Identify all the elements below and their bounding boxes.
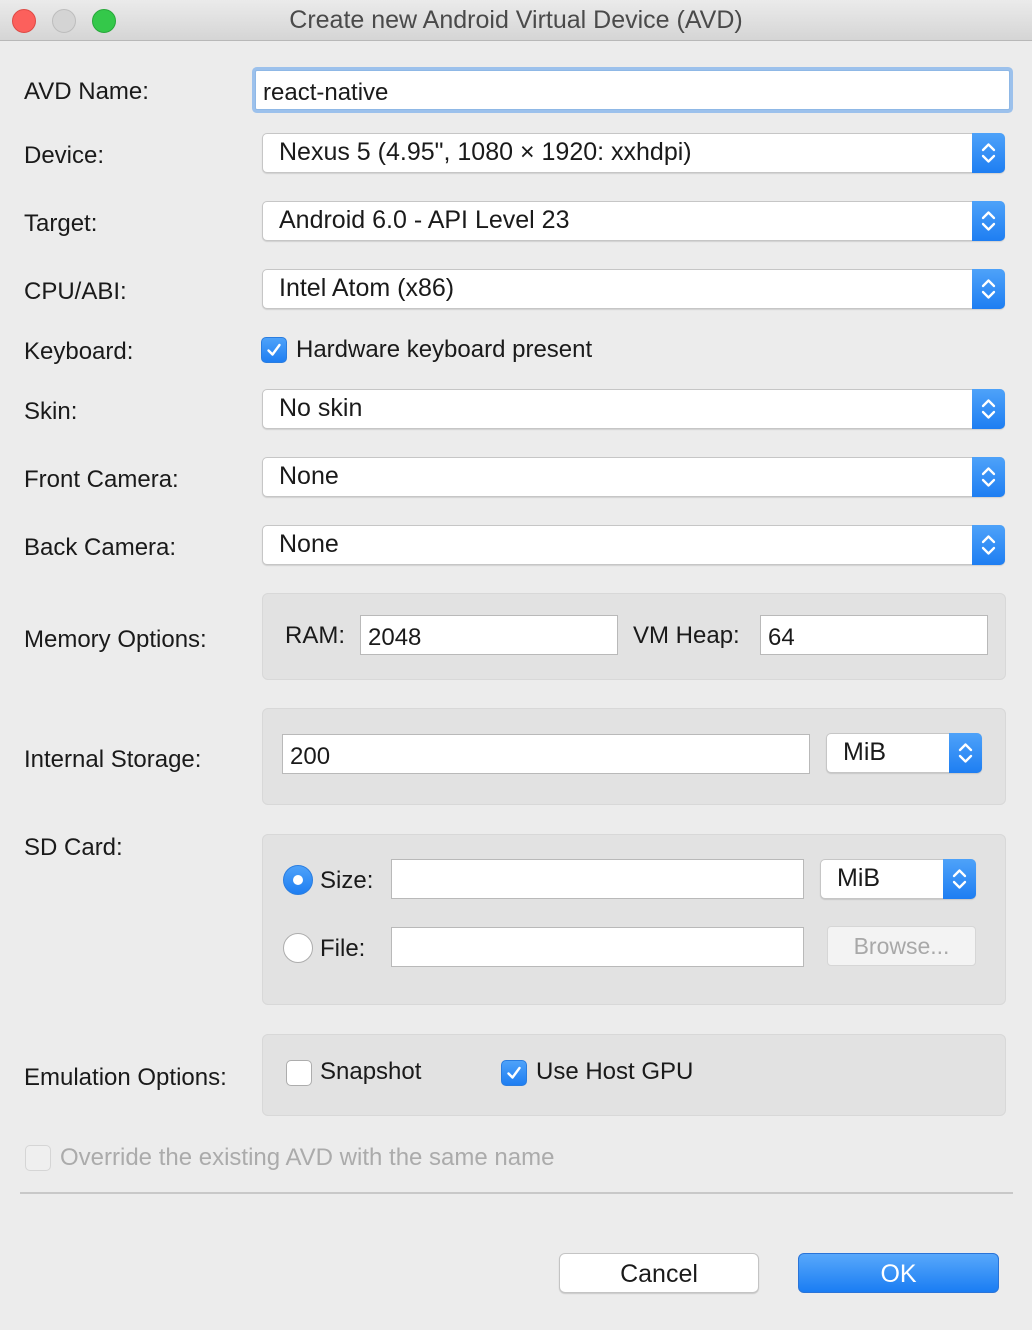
ram-label: RAM: [285, 622, 345, 649]
avd-name-value: react-native [263, 79, 389, 106]
target-select[interactable]: Android 6.0 - API Level 23 [262, 201, 1005, 241]
up-down-chevron-icon [972, 201, 1005, 241]
memory-options-label: Memory Options: [24, 626, 207, 653]
internal-storage-value: 200 [290, 743, 331, 770]
override-avd-label: Override the existing AVD with the same … [60, 1144, 555, 1171]
checkmark-icon [267, 343, 281, 356]
up-down-chevron-icon [943, 859, 976, 899]
memory-options-panel: RAM: 2048 VM Heap: 64 [262, 593, 1006, 680]
internal-storage-label: Internal Storage: [24, 746, 202, 773]
avd-name-input[interactable]: react-native [255, 70, 1010, 110]
title-bar: Create new Android Virtual Device (AVD) [0, 0, 1032, 41]
emulation-options-panel: Snapshot Use Host GPU [262, 1034, 1006, 1116]
use-host-gpu-label[interactable]: Use Host GPU [536, 1058, 693, 1086]
up-down-chevron-icon [972, 133, 1005, 173]
back-camera-label: Back Camera: [24, 534, 177, 561]
target-label: Target: [24, 210, 98, 237]
up-down-chevron-icon [972, 525, 1005, 565]
sd-size-radio[interactable] [283, 865, 313, 895]
cpu-abi-select[interactable]: Intel Atom (x86) [262, 269, 1005, 309]
hardware-keyboard-label[interactable]: Hardware keyboard present [296, 336, 592, 364]
internal-storage-unit-select[interactable]: MiB [826, 733, 982, 773]
skin-select[interactable]: No skin [262, 389, 1005, 429]
front-camera-label: Front Camera: [24, 466, 179, 493]
target-selected-value: Android 6.0 - API Level 23 [279, 206, 570, 234]
ok-button[interactable]: OK [798, 1253, 999, 1293]
separator [20, 1192, 1013, 1194]
sd-size-input[interactable] [391, 859, 804, 899]
internal-storage-unit-value: MiB [843, 738, 887, 766]
skin-label: Skin: [24, 398, 78, 425]
cancel-button[interactable]: Cancel [559, 1253, 759, 1293]
internal-storage-panel: 200 MiB [262, 708, 1006, 805]
sd-file-radio[interactable] [283, 933, 313, 963]
back-camera-select[interactable]: None [262, 525, 1005, 565]
use-host-gpu-checkbox[interactable] [501, 1060, 527, 1086]
sd-file-input[interactable] [391, 927, 804, 967]
checkmark-icon [507, 1066, 521, 1079]
emulation-options-label: Emulation Options: [24, 1064, 227, 1091]
front-camera-selected-value: None [279, 462, 339, 490]
keyboard-label: Keyboard: [24, 338, 134, 365]
browse-button[interactable]: Browse... [827, 926, 976, 966]
up-down-chevron-icon [972, 457, 1005, 497]
hardware-keyboard-checkbox[interactable] [261, 337, 287, 363]
back-camera-selected-value: None [279, 530, 339, 558]
sd-size-label[interactable]: Size: [320, 867, 373, 895]
device-label: Device: [24, 142, 105, 169]
device-select[interactable]: Nexus 5 (4.95", 1080 × 1920: xxhdpi) [262, 133, 1005, 173]
vm-heap-label: VM Heap: [633, 622, 740, 649]
sd-size-unit-select[interactable]: MiB [820, 859, 976, 899]
cpu-abi-label: CPU/ABI: [24, 278, 127, 305]
up-down-chevron-icon [972, 389, 1005, 429]
sd-size-unit-value: MiB [837, 864, 881, 892]
avd-name-label: AVD Name: [24, 78, 149, 105]
up-down-chevron-icon [949, 733, 982, 773]
vm-heap-input[interactable]: 64 [760, 615, 988, 655]
up-down-chevron-icon [972, 269, 1005, 309]
override-avd-checkbox[interactable] [25, 1145, 51, 1171]
sd-card-panel: Size: MiB File: Browse... [262, 834, 1006, 1005]
device-selected-value: Nexus 5 (4.95", 1080 × 1920: xxhdpi) [279, 138, 692, 166]
sd-file-label[interactable]: File: [320, 935, 365, 963]
skin-selected-value: No skin [279, 394, 363, 422]
ram-input[interactable]: 2048 [360, 615, 618, 655]
ram-value: 2048 [368, 624, 422, 651]
sd-card-label: SD Card: [24, 834, 123, 861]
snapshot-label[interactable]: Snapshot [320, 1058, 421, 1086]
front-camera-select[interactable]: None [262, 457, 1005, 497]
window-title: Create new Android Virtual Device (AVD) [289, 6, 743, 34]
vm-heap-value: 64 [768, 624, 795, 651]
internal-storage-input[interactable]: 200 [282, 734, 810, 774]
cpu-abi-selected-value: Intel Atom (x86) [279, 274, 455, 302]
snapshot-checkbox[interactable] [286, 1060, 312, 1086]
